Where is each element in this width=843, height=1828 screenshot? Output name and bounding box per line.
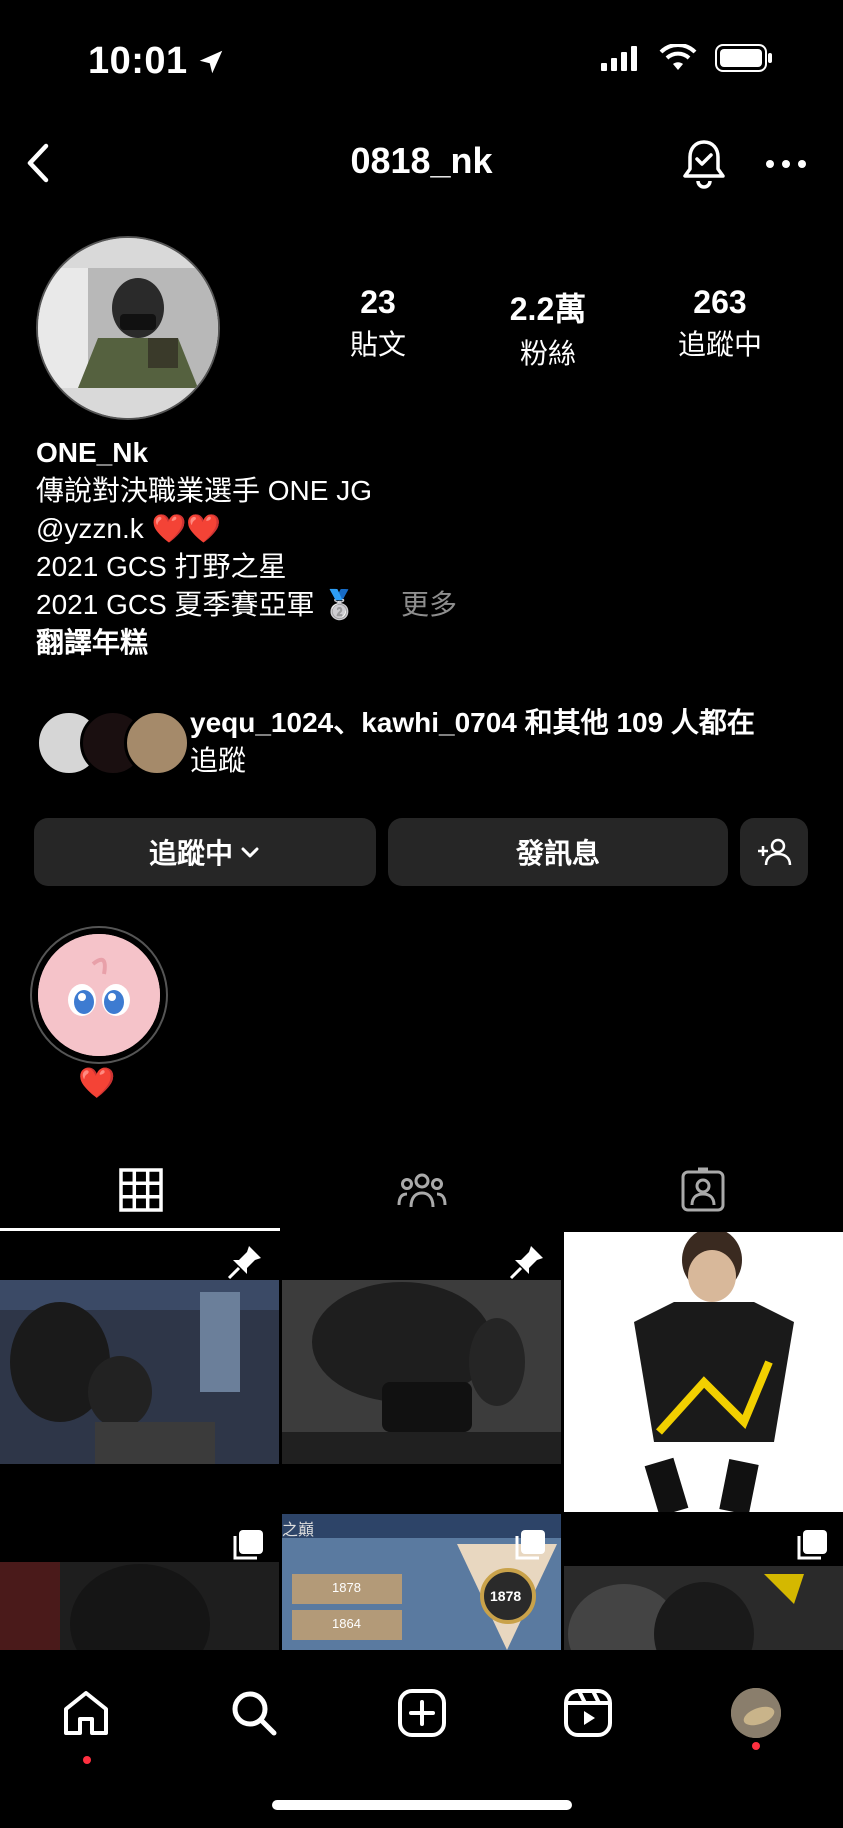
- grid-post-4[interactable]: [0, 1514, 279, 1650]
- tab-posts-grid[interactable]: [0, 1150, 281, 1230]
- profile-nav-avatar: [731, 1688, 781, 1738]
- nav-search[interactable]: [214, 1678, 294, 1748]
- home-notification-dot: [83, 1756, 91, 1764]
- search-icon: [232, 1691, 277, 1736]
- add-person-icon: [758, 838, 792, 866]
- highlight-cover-image: [38, 934, 160, 1056]
- grid-post-5-badge: 1878: [490, 1588, 522, 1604]
- home-icon: [64, 1691, 108, 1735]
- status-bar-time: 10:01: [88, 40, 226, 83]
- pin-icon: [509, 1246, 543, 1280]
- message-button-label: 發訊息: [515, 838, 600, 869]
- highlight-label: ❤️: [78, 1067, 116, 1100]
- message-button[interactable]: 發訊息: [388, 818, 728, 886]
- tagged-person-icon: [681, 1167, 724, 1212]
- chevron-down-icon: [241, 847, 259, 858]
- grid-post-6[interactable]: [564, 1514, 843, 1650]
- grid-post-2[interactable]: [282, 1232, 561, 1512]
- following-stat[interactable]: 263 追蹤中: [650, 284, 790, 363]
- story-highlight[interactable]: [30, 926, 168, 1064]
- people-group-icon: [397, 1173, 446, 1208]
- mention-link[interactable]: @yzzn.k: [36, 513, 144, 544]
- bio-line-1: 傳說對決職業選手 ONE JG: [36, 475, 373, 506]
- grid-post-5-score-a: 1878: [332, 1580, 361, 1595]
- posts-count: 23: [360, 284, 396, 320]
- more-horizontal-icon: [766, 160, 806, 168]
- status-bar-icons: [601, 44, 773, 72]
- tab-collab[interactable]: [281, 1150, 562, 1230]
- followed-by-line-2: 追蹤: [190, 745, 247, 776]
- follower-avatar-3: [124, 710, 190, 776]
- nav-create[interactable]: [382, 1678, 462, 1748]
- followed-by-line-1: yequ_1024、kawhi_0704 和其他 109 人都在: [190, 707, 755, 738]
- bio-more-link[interactable]: 更多: [401, 589, 457, 620]
- posts-label: 貼文: [349, 329, 406, 360]
- tab-tagged[interactable]: [562, 1150, 843, 1230]
- following-button[interactable]: 追蹤中: [34, 818, 376, 886]
- bio-line-2: @yzzn.k ❤️❤️: [36, 510, 796, 548]
- reels-icon: [564, 1689, 612, 1737]
- home-indicator: [272, 1800, 572, 1810]
- active-tab-indicator: [0, 1228, 280, 1231]
- grid-post-5-title: 之巔: [282, 1522, 315, 1539]
- pin-icon: [227, 1246, 261, 1280]
- suggest-people-button[interactable]: [740, 818, 808, 886]
- battery-icon: [715, 44, 772, 72]
- bio-line-3: 2021 GCS 打野之星: [36, 551, 287, 582]
- nav-profile[interactable]: [716, 1678, 796, 1748]
- profile-notification-dot: [752, 1742, 760, 1750]
- carousel-icon: [515, 1530, 545, 1560]
- following-button-label: 追蹤中: [148, 838, 233, 869]
- profile-avatar[interactable]: [36, 236, 220, 420]
- hearts-emoji: ❤️❤️: [151, 513, 222, 544]
- more-options-button[interactable]: [762, 146, 810, 182]
- cellular-signal-icon: [601, 46, 637, 71]
- profile-photo: [38, 238, 218, 418]
- grid-icon: [118, 1168, 163, 1212]
- pin-icon: [791, 1246, 825, 1280]
- carousel-icon: [233, 1530, 263, 1560]
- grid-post-1[interactable]: [0, 1232, 279, 1512]
- bio-line-4: 2021 GCS 夏季賽亞軍 🥈 更多: [36, 586, 796, 624]
- followers-label: 粉絲: [519, 338, 576, 369]
- profile-nav-image: [731, 1688, 781, 1738]
- followers-count: 2.2萬: [509, 291, 587, 327]
- following-count: 263: [693, 284, 747, 320]
- medal-emoji: 🥈: [322, 589, 358, 620]
- profile-tabs: [0, 1150, 843, 1230]
- grid-post-5-score-b: 1864: [332, 1616, 361, 1631]
- display-name: ONE_Nk: [36, 437, 149, 468]
- followers-stat[interactable]: 2.2萬 粉絲: [478, 284, 618, 372]
- notification-bell-button[interactable]: [676, 136, 732, 192]
- following-label: 追蹤中: [677, 329, 762, 360]
- nav-reels[interactable]: [548, 1678, 628, 1748]
- wifi-icon: [659, 44, 697, 70]
- carousel-icon: [797, 1530, 827, 1560]
- highlight-cover: [38, 934, 160, 1056]
- bio-line-4-text: 2021 GCS 夏季賽亞軍: [36, 589, 315, 620]
- grid-post-5[interactable]: 之巔 1878 1864 1878: [282, 1514, 561, 1650]
- posts-stat[interactable]: 23 貼文: [308, 284, 448, 363]
- translate-link[interactable]: 翻譯年糕: [36, 624, 796, 662]
- nav-home[interactable]: [46, 1678, 126, 1748]
- profile-bio: ONE_Nk 傳說對決職業選手 ONE JG @yzzn.k ❤️❤️ 2021…: [36, 434, 796, 662]
- followed-by-avatars[interactable]: [36, 700, 190, 780]
- location-arrow-icon: [199, 50, 222, 73]
- grid-post-3[interactable]: [564, 1232, 843, 1512]
- clock: 10:01: [88, 40, 188, 82]
- followed-by-text[interactable]: yequ_1024、kawhi_0704 和其他 109 人都在 追蹤: [190, 704, 810, 780]
- bell-check-icon: [683, 140, 725, 189]
- plus-square-icon: [398, 1689, 446, 1737]
